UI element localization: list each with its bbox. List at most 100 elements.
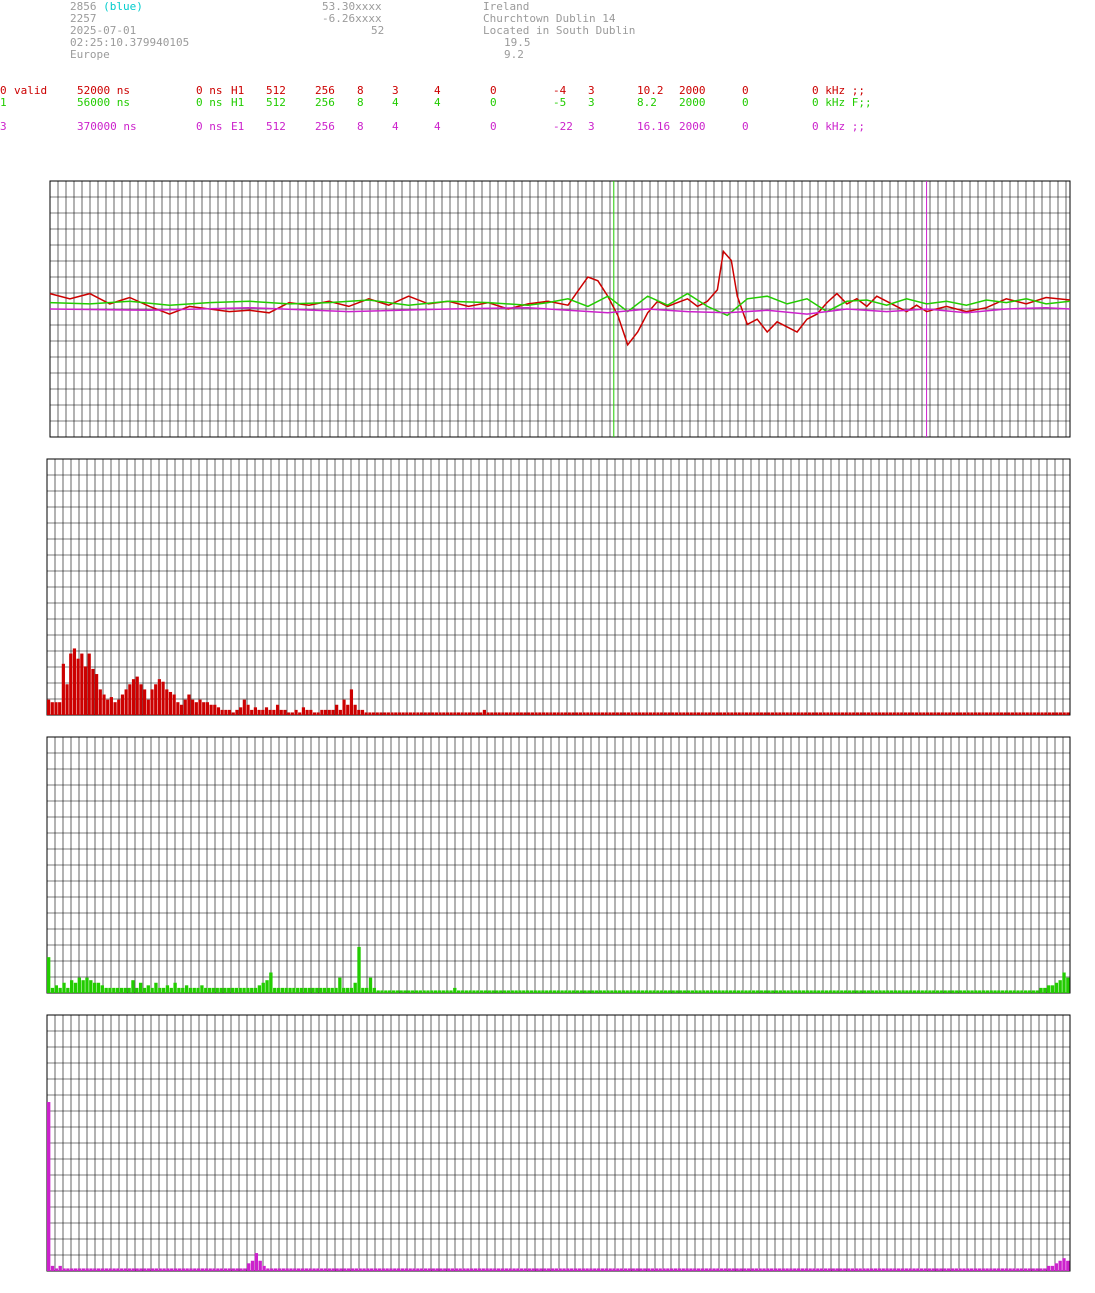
bar-1-65: [287, 712, 291, 715]
bar-3-264: [1062, 1258, 1066, 1271]
bar-2-261: [1047, 985, 1051, 993]
bar-1-141: [567, 712, 571, 715]
bar-2-98: [422, 990, 426, 993]
bar-3-187: [766, 1268, 770, 1271]
bar-3-71: [320, 1268, 324, 1271]
bar-3-79: [350, 1268, 355, 1271]
bar-1-187: [737, 712, 741, 715]
bar-1-60: [268, 709, 272, 715]
bar-2-56: [261, 982, 265, 993]
bar-1-193: [759, 712, 763, 715]
bar-2-97: [418, 990, 422, 993]
bar-1-216: [844, 712, 848, 715]
bar-3-169: [696, 1268, 701, 1271]
bar-3-195: [796, 1268, 801, 1271]
bar-3-26: [146, 1268, 151, 1271]
bar-2-213: [863, 990, 867, 993]
bar-2-253: [1016, 990, 1020, 993]
series-line-0: [49, 249, 1071, 347]
bar-3-246: [993, 1268, 997, 1271]
bar-2-25: [142, 987, 147, 993]
bar-2-78: [345, 987, 350, 993]
bar-2-63: [288, 987, 292, 993]
bar-2-245: [985, 990, 990, 993]
bar-3-137: [573, 1268, 578, 1271]
bar-1-111: [456, 712, 461, 715]
bar-1-80: [342, 699, 346, 715]
bar-1-167: [663, 712, 667, 715]
bar-3-179: [735, 1268, 739, 1271]
bar-2-19: [119, 987, 124, 993]
bar-3-261: [1050, 1265, 1055, 1271]
bar-1-127: [516, 712, 520, 715]
bar-1-132: [534, 712, 538, 715]
bar-2-171: [702, 990, 706, 993]
bar-3-117: [496, 1268, 501, 1271]
bar-1-68: [298, 712, 302, 715]
bar-2-142: [591, 990, 595, 993]
bar-1-209: [818, 712, 823, 715]
bar-1-239: [929, 712, 933, 715]
bar-1-156: [623, 712, 627, 715]
bar-2-220: [889, 990, 894, 993]
bar-1-194: [763, 712, 767, 715]
bar-3-168: [693, 1268, 697, 1271]
bar-3-265: [1066, 1260, 1070, 1271]
bar-1-94: [394, 712, 398, 715]
bar-3-262: [1054, 1263, 1058, 1271]
bar-1-71: [309, 709, 313, 715]
bar-1-273: [1055, 712, 1059, 715]
bar-3-222: [900, 1268, 905, 1271]
bar-2-215: [870, 990, 875, 993]
bar-1-18: [113, 702, 117, 715]
bar-3-69: [312, 1268, 316, 1271]
bar-2-94: [407, 990, 411, 993]
bar-1-41: [198, 699, 202, 715]
bar-1-17: [109, 697, 113, 715]
bar-1-236: [918, 712, 922, 715]
bar-2-189: [771, 990, 775, 993]
bar-2-62: [284, 987, 288, 993]
bar-2-109: [464, 990, 468, 993]
bar-2-93: [403, 990, 407, 993]
bar-1-107: [442, 712, 446, 715]
bar-2-156: [644, 990, 649, 993]
bar-2-130: [545, 990, 549, 993]
bar-1-49: [227, 709, 232, 715]
bar-3-155: [643, 1268, 647, 1271]
bar-2-222: [897, 990, 901, 993]
bar-3-249: [1004, 1268, 1008, 1271]
bar-3-226: [916, 1268, 920, 1271]
bar-3-211: [858, 1268, 862, 1271]
bar-2-33: [173, 982, 177, 993]
bar-2-231: [932, 990, 936, 993]
bar-3-107: [458, 1268, 462, 1271]
bar-1-264: [1021, 712, 1026, 715]
bar-3-242: [977, 1268, 982, 1271]
bar-2-241: [970, 990, 974, 993]
bar-2-135: [564, 990, 568, 993]
bar-3-96: [416, 1268, 420, 1271]
bar-3-101: [435, 1268, 439, 1271]
bar-2-234: [943, 990, 947, 993]
bar-3-37: [189, 1268, 193, 1271]
bar-2-118: [499, 990, 503, 993]
bar-2-152: [629, 990, 633, 993]
bar-2-92: [399, 990, 403, 993]
bar-2-111: [472, 990, 476, 993]
bar-2-139: [579, 990, 583, 993]
bar-1-164: [652, 712, 656, 715]
bar-3-31: [166, 1268, 170, 1271]
bar-1-170: [674, 712, 679, 715]
bar-1-129: [523, 712, 527, 715]
bar-2-144: [598, 990, 603, 993]
bar-3-263: [1058, 1260, 1062, 1271]
bar-3-142: [593, 1268, 597, 1271]
bar-2-199: [809, 990, 813, 993]
bar-1-234: [911, 712, 915, 715]
bar-1-35: [176, 702, 180, 715]
bar-3-51: [243, 1268, 247, 1271]
bar-1-73: [316, 712, 320, 715]
bar-2-180: [736, 990, 740, 993]
bar-1-213: [833, 712, 837, 715]
